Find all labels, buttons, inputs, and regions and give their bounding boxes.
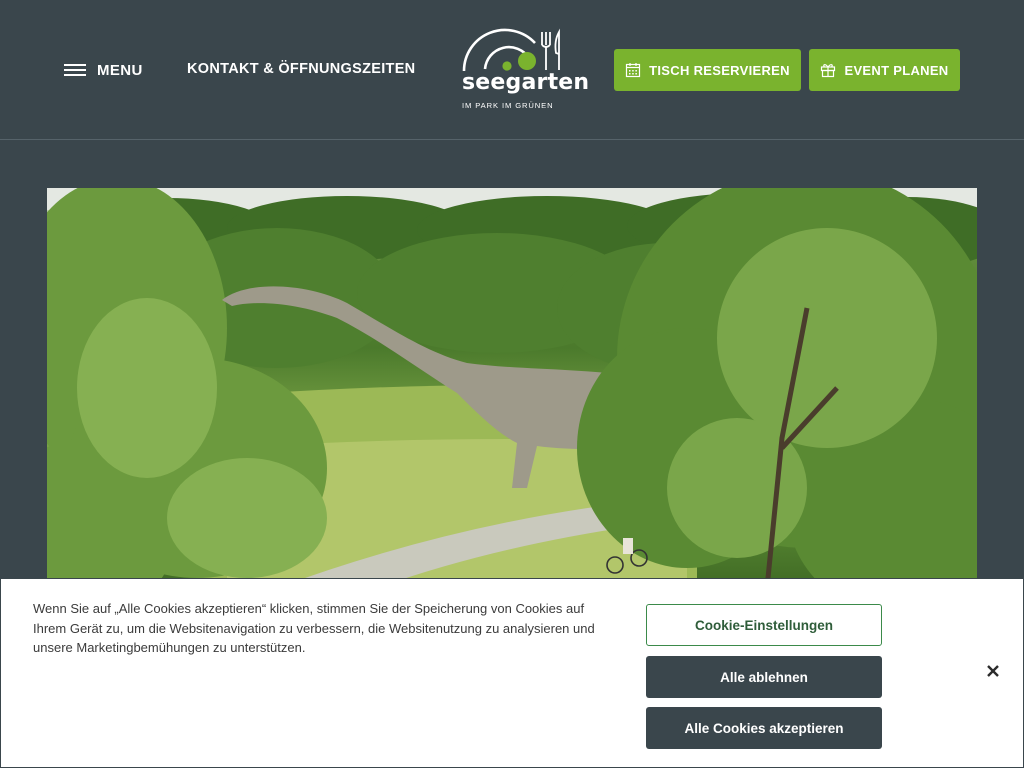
hero-image bbox=[47, 188, 977, 588]
close-icon[interactable] bbox=[983, 661, 1003, 681]
logo-tagline: IM PARK IM GRÜNEN bbox=[462, 101, 554, 110]
cookie-settings-button[interactable]: Cookie-Einstellungen bbox=[646, 604, 882, 646]
plan-event-label: EVENT PLANEN bbox=[844, 62, 949, 78]
contact-hours-link[interactable]: KONTAKT & ÖFFNUNGSZEITEN bbox=[187, 61, 415, 77]
reject-all-cookies-button[interactable]: Alle ablehnen bbox=[646, 656, 882, 698]
site-header: MENU KONTAKT & ÖFFNUNGSZEITEN seegarten … bbox=[0, 0, 1024, 140]
calendar-icon bbox=[626, 63, 641, 78]
gift-icon bbox=[821, 64, 836, 78]
plan-event-button[interactable]: EVENT PLANEN bbox=[809, 49, 960, 91]
seegarten-logo[interactable]: seegarten IM PARK IM GRÜNEN bbox=[460, 27, 589, 113]
menu-button[interactable]: MENU bbox=[64, 58, 143, 82]
cookie-consent-text: Wenn Sie auf „Alle Cookies akzeptieren“ … bbox=[33, 601, 595, 655]
hamburger-icon bbox=[64, 64, 86, 76]
accept-all-cookies-button[interactable]: Alle Cookies akzeptieren bbox=[646, 707, 882, 749]
logo-name: seegarten bbox=[462, 70, 590, 95]
dinosaur-park-photo bbox=[47, 188, 977, 588]
reserve-table-button[interactable]: TISCH RESERVIEREN bbox=[614, 49, 801, 91]
cookie-banner: Wenn Sie auf „Alle Cookies akzeptieren“ … bbox=[0, 578, 1024, 768]
reserve-table-label: TISCH RESERVIEREN bbox=[649, 62, 790, 78]
menu-label: MENU bbox=[97, 61, 143, 79]
